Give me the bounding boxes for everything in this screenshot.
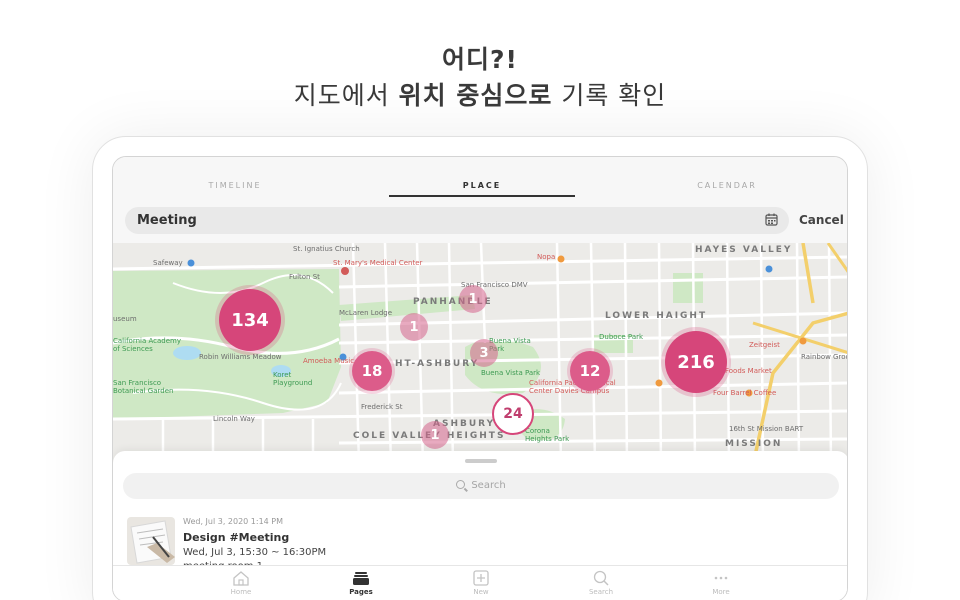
map-label: Corona Heights Park [525,427,570,443]
map-cluster-marker[interactable]: 216 [665,331,727,393]
entry-thumbnail [127,517,175,565]
entry-date: Wed, Jul 3, 2020 1:14 PM [183,517,284,526]
map-cluster-marker[interactable]: 12 [570,351,610,391]
map-label: Koret Playground [273,371,313,387]
tab-new-label: New [473,588,489,596]
headline-subtitle-post: 기록 확인 [552,81,667,110]
map-cluster-marker[interactable]: 3 [470,339,498,367]
map-label: Rainbow Groce [801,353,847,361]
map-cluster-marker[interactable]: 1 [400,313,428,341]
tab-home-label: Home [230,588,252,596]
map-label: Frederick St [361,403,403,411]
map-label: Four Barrel Coffee [713,389,777,397]
active-tab-indicator [389,195,575,197]
map-label: Fulton St [289,273,320,281]
sheet-search-input[interactable]: Search [123,473,839,499]
map-label: Robin Williams Meadow [199,353,282,361]
map-view[interactable]: St. Ignatius Church St. Mary's Medical C… [113,243,847,465]
map-label: Safeway [153,259,183,267]
search-icon [593,570,609,586]
map-cluster-marker[interactable]: 1 [421,421,449,449]
map-label: McLaren Lodge [339,309,393,317]
map-label: useum [113,315,137,323]
tab-pages-label: Pages [349,588,373,596]
map-cluster-marker[interactable]: 134 [219,289,281,351]
tab-home[interactable]: Home [211,570,271,596]
more-icon [714,576,728,580]
bottom-tab-bar: Home Pages New Search More [113,565,847,600]
headline-subtitle-pre: 지도에서 [293,81,399,110]
tab-search-label: Search [588,588,614,596]
tab-calendar[interactable]: CALENDAR [647,181,807,190]
map-cluster-marker[interactable]: 18 [352,351,392,391]
sheet-search-placeholder: Search [471,480,506,491]
cancel-button[interactable]: Cancel [799,213,844,227]
map-label: San Francisco Botanical Garden [113,379,174,395]
tab-more-label: More [712,588,730,596]
map-label: St. Ignatius Church [293,245,360,253]
entry-time: Wed, Jul 3, 15:30 ~ 16:30PM [183,547,327,558]
map-label: California Academy of Sciences [113,337,181,353]
app-screen: TIMELINE PLACE CALENDAR Meeting Cancel S… [112,156,848,600]
map-label: Buena Vista Park [481,369,541,377]
map-area-label: HT-ASHBURY [395,359,480,369]
tab-place[interactable]: PLACE [402,181,562,190]
map-cluster-marker[interactable]: 1 [459,285,487,313]
pages-icon [353,572,369,585]
map-label: St. Mary's Medical Center [333,259,423,267]
tab-new[interactable]: New [451,570,511,596]
map-label: Foods Market [725,367,772,375]
home-icon [233,571,249,586]
sheet-drag-handle[interactable] [465,459,497,463]
entry-title: Design #Meeting [183,531,290,544]
map-label: 16th St Mission BART [729,425,804,433]
map-label: Duboce Park [599,333,644,341]
map-area-label: MISSION [725,439,783,449]
tab-search[interactable]: Search [571,570,631,596]
map-label: Nopa [537,253,556,261]
map-area-label: HAYES VALLEY [695,245,793,255]
search-icon [456,480,466,489]
headline-title: 어디?! [442,45,518,74]
tab-pages[interactable]: Pages [331,570,391,596]
tab-more[interactable]: More [691,570,751,596]
search-input[interactable]: Meeting [125,207,789,234]
view-tabs: TIMELINE PLACE CALENDAR [113,157,847,199]
map-area-label: LOWER HAIGHT [605,311,708,321]
map-cluster-marker[interactable]: 24 [492,393,534,435]
list-item[interactable]: Wed, Jul 3, 2020 1:14 PM Design #Meeting… [127,517,827,572]
headline-subtitle: 지도에서 위치 중심으로 기록 확인 [0,76,960,112]
tab-timeline[interactable]: TIMELINE [155,181,315,190]
map-label: Zeitgeist [749,341,780,349]
map-label: Lincoln Way [213,415,255,423]
search-row: Meeting Cancel [113,205,847,235]
calendar-icon[interactable] [765,213,778,226]
plus-square-icon [473,570,489,586]
headline-subtitle-bold: 위치 중심으로 [398,81,553,110]
search-input-value: Meeting [137,213,197,228]
map-label: Amoeba Music [303,357,355,365]
